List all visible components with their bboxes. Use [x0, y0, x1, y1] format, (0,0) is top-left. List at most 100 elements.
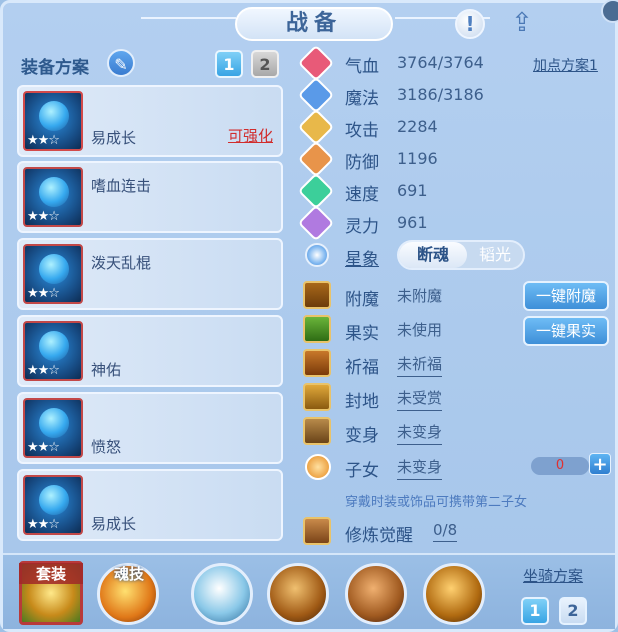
star-sign-option-duanhun[interactable]: 断魂 — [399, 242, 467, 268]
close-button[interactable] — [601, 0, 618, 23]
title-decoration-left — [141, 17, 236, 19]
add-points-plan-link[interactable]: 加点方案1 — [533, 55, 598, 75]
star-rating: ★★☆ — [27, 286, 60, 301]
mount-plan-tab-2[interactable]: 2 — [559, 597, 587, 625]
row-value: 未附魔 — [397, 287, 443, 305]
battle-prep-panel: 战备 ! ⇪ 装备方案 ✎ 1 2 ★★☆ 易成长 可强化 ★★☆ 嗜血连击 ★… — [0, 0, 618, 632]
practice-icon — [303, 517, 331, 545]
equip-plan-tab-1[interactable]: 1 — [215, 50, 243, 78]
equipment-icon: ★★☆ — [23, 91, 83, 151]
one-click-enchant-button[interactable]: 一键附魔 — [523, 281, 609, 311]
stat-spirit: 灵力 961 — [297, 204, 503, 242]
row-blessing: 祈福 未祈福 — [303, 349, 613, 379]
fist-skill-icon[interactable] — [191, 563, 253, 625]
plus-icon[interactable]: + — [589, 453, 611, 475]
stat-label: 防御 — [345, 153, 379, 173]
row-value: 未使用 — [397, 321, 443, 339]
stat-hp: 气血 3764/3764 — [297, 44, 503, 82]
shield-icon — [297, 140, 335, 178]
strike-skill-icon[interactable] — [423, 563, 485, 625]
row-label: 修炼觉醒 — [345, 526, 413, 546]
enchant-icon — [303, 281, 331, 309]
spirit-icon — [297, 204, 335, 242]
row-fief: 封地 未受赏 — [303, 383, 613, 413]
row-label: 附魔 — [345, 290, 379, 310]
mana-icon — [297, 76, 335, 114]
stat-value: 961 — [397, 213, 428, 232]
stat-label: 速度 — [345, 185, 379, 205]
stat-value: 2284 — [397, 117, 438, 136]
stat-speed: 速度 691 — [297, 172, 503, 210]
equipment-name: 泼天乱棍 — [91, 254, 152, 272]
star-rating: ★★☆ — [27, 440, 60, 455]
equipment-name: 易成长 — [91, 129, 137, 147]
equipment-slot-4[interactable]: ★★☆ 神佑 — [17, 315, 283, 387]
attack-skill-icon[interactable] — [267, 563, 329, 625]
equipment-name: 易成长 — [91, 515, 137, 533]
blessing-icon — [303, 349, 331, 377]
soul-skill-label: 魂技 — [113, 565, 144, 583]
second-child-hint: 穿戴时装或饰品可携带第二子女 — [345, 495, 528, 510]
star-rating: ★★☆ — [27, 363, 60, 378]
equipment-slot-5[interactable]: ★★☆ 愤怒 — [17, 392, 283, 464]
equipment-slot-6[interactable]: ★★☆ 易成长 — [17, 469, 283, 541]
equipment-icon: ★★☆ — [23, 167, 83, 227]
equipment-slot-3[interactable]: ★★☆ 泼天乱棍 — [17, 238, 283, 310]
row-value[interactable]: 0/8 — [433, 521, 458, 542]
equipment-name: 愤怒 — [91, 438, 122, 456]
exclamation-icon[interactable]: ! — [455, 9, 485, 39]
set-label: 套装 — [19, 563, 83, 584]
row-value[interactable]: 未祈福 — [397, 353, 443, 377]
row-label: 变身 — [345, 426, 379, 446]
star-sign-option-taoguang[interactable]: 韬光 — [467, 242, 523, 268]
sword-icon — [297, 108, 335, 146]
lightning-icon — [297, 172, 335, 210]
one-click-fruit-button[interactable]: 一键果实 — [523, 316, 609, 346]
row-label: 果实 — [345, 324, 379, 344]
stat-label: 攻击 — [345, 121, 379, 141]
stat-attack: 攻击 2284 — [297, 108, 503, 146]
equipment-plan-title: 装备方案 — [21, 58, 89, 78]
stat-value: 3764/3764 — [397, 53, 484, 72]
star-sign-toggle[interactable]: 断魂 韬光 — [397, 240, 525, 270]
upgradable-link[interactable]: 可强化 — [228, 125, 273, 146]
heart-icon — [297, 44, 335, 82]
mount-plan-label[interactable]: 坐骑方案 — [523, 565, 583, 586]
child-icon — [305, 454, 331, 480]
equipment-icon: ★★☆ — [23, 398, 83, 458]
stat-value: 3186/3186 — [397, 85, 484, 104]
row-transform: 变身 未变身 — [303, 417, 613, 447]
equipment-icon: ★★☆ — [23, 475, 83, 535]
stat-label: 灵力 — [345, 217, 379, 237]
row-value[interactable]: 未变身 — [397, 456, 443, 480]
pencil-icon[interactable]: ✎ — [107, 49, 135, 77]
row-value[interactable]: 未受赏 — [397, 387, 443, 411]
row-label: 封地 — [345, 392, 379, 412]
window-title: 战备 — [235, 7, 393, 41]
stat-label: 气血 — [345, 57, 379, 77]
row-practice: 修炼觉醒 0/8 — [303, 517, 613, 547]
equipment-name: 嗜血连击 — [91, 177, 152, 195]
fief-icon — [303, 383, 331, 411]
row-label: 祈福 — [345, 358, 379, 378]
mount-plan-tab-1[interactable]: 1 — [521, 597, 549, 625]
star-rating: ★★☆ — [27, 517, 60, 532]
row-value[interactable]: 未变身 — [397, 421, 443, 445]
equip-plan-tab-2[interactable]: 2 — [251, 50, 279, 78]
share-icon[interactable]: ⇪ — [511, 9, 541, 39]
fruit-icon — [303, 315, 331, 343]
star-sign-label[interactable]: 星象 — [345, 245, 379, 270]
stat-label: 魔法 — [345, 89, 379, 109]
equipment-slot-2[interactable]: ★★☆ 嗜血连击 — [17, 161, 283, 233]
star-sign-icon — [305, 243, 329, 267]
equipment-slot-1[interactable]: ★★☆ 易成长 可强化 — [17, 85, 283, 157]
stat-defense: 防御 1196 — [297, 140, 503, 178]
child-count: 0 — [531, 457, 589, 475]
slash-skill-icon[interactable] — [345, 563, 407, 625]
stat-value: 1196 — [397, 149, 438, 168]
star-rating: ★★☆ — [27, 133, 60, 148]
equipment-name: 神佑 — [91, 361, 122, 379]
stat-mp: 魔法 3186/3186 — [297, 76, 503, 114]
star-rating: ★★☆ — [27, 209, 60, 224]
equipment-icon: ★★☆ — [23, 321, 83, 381]
